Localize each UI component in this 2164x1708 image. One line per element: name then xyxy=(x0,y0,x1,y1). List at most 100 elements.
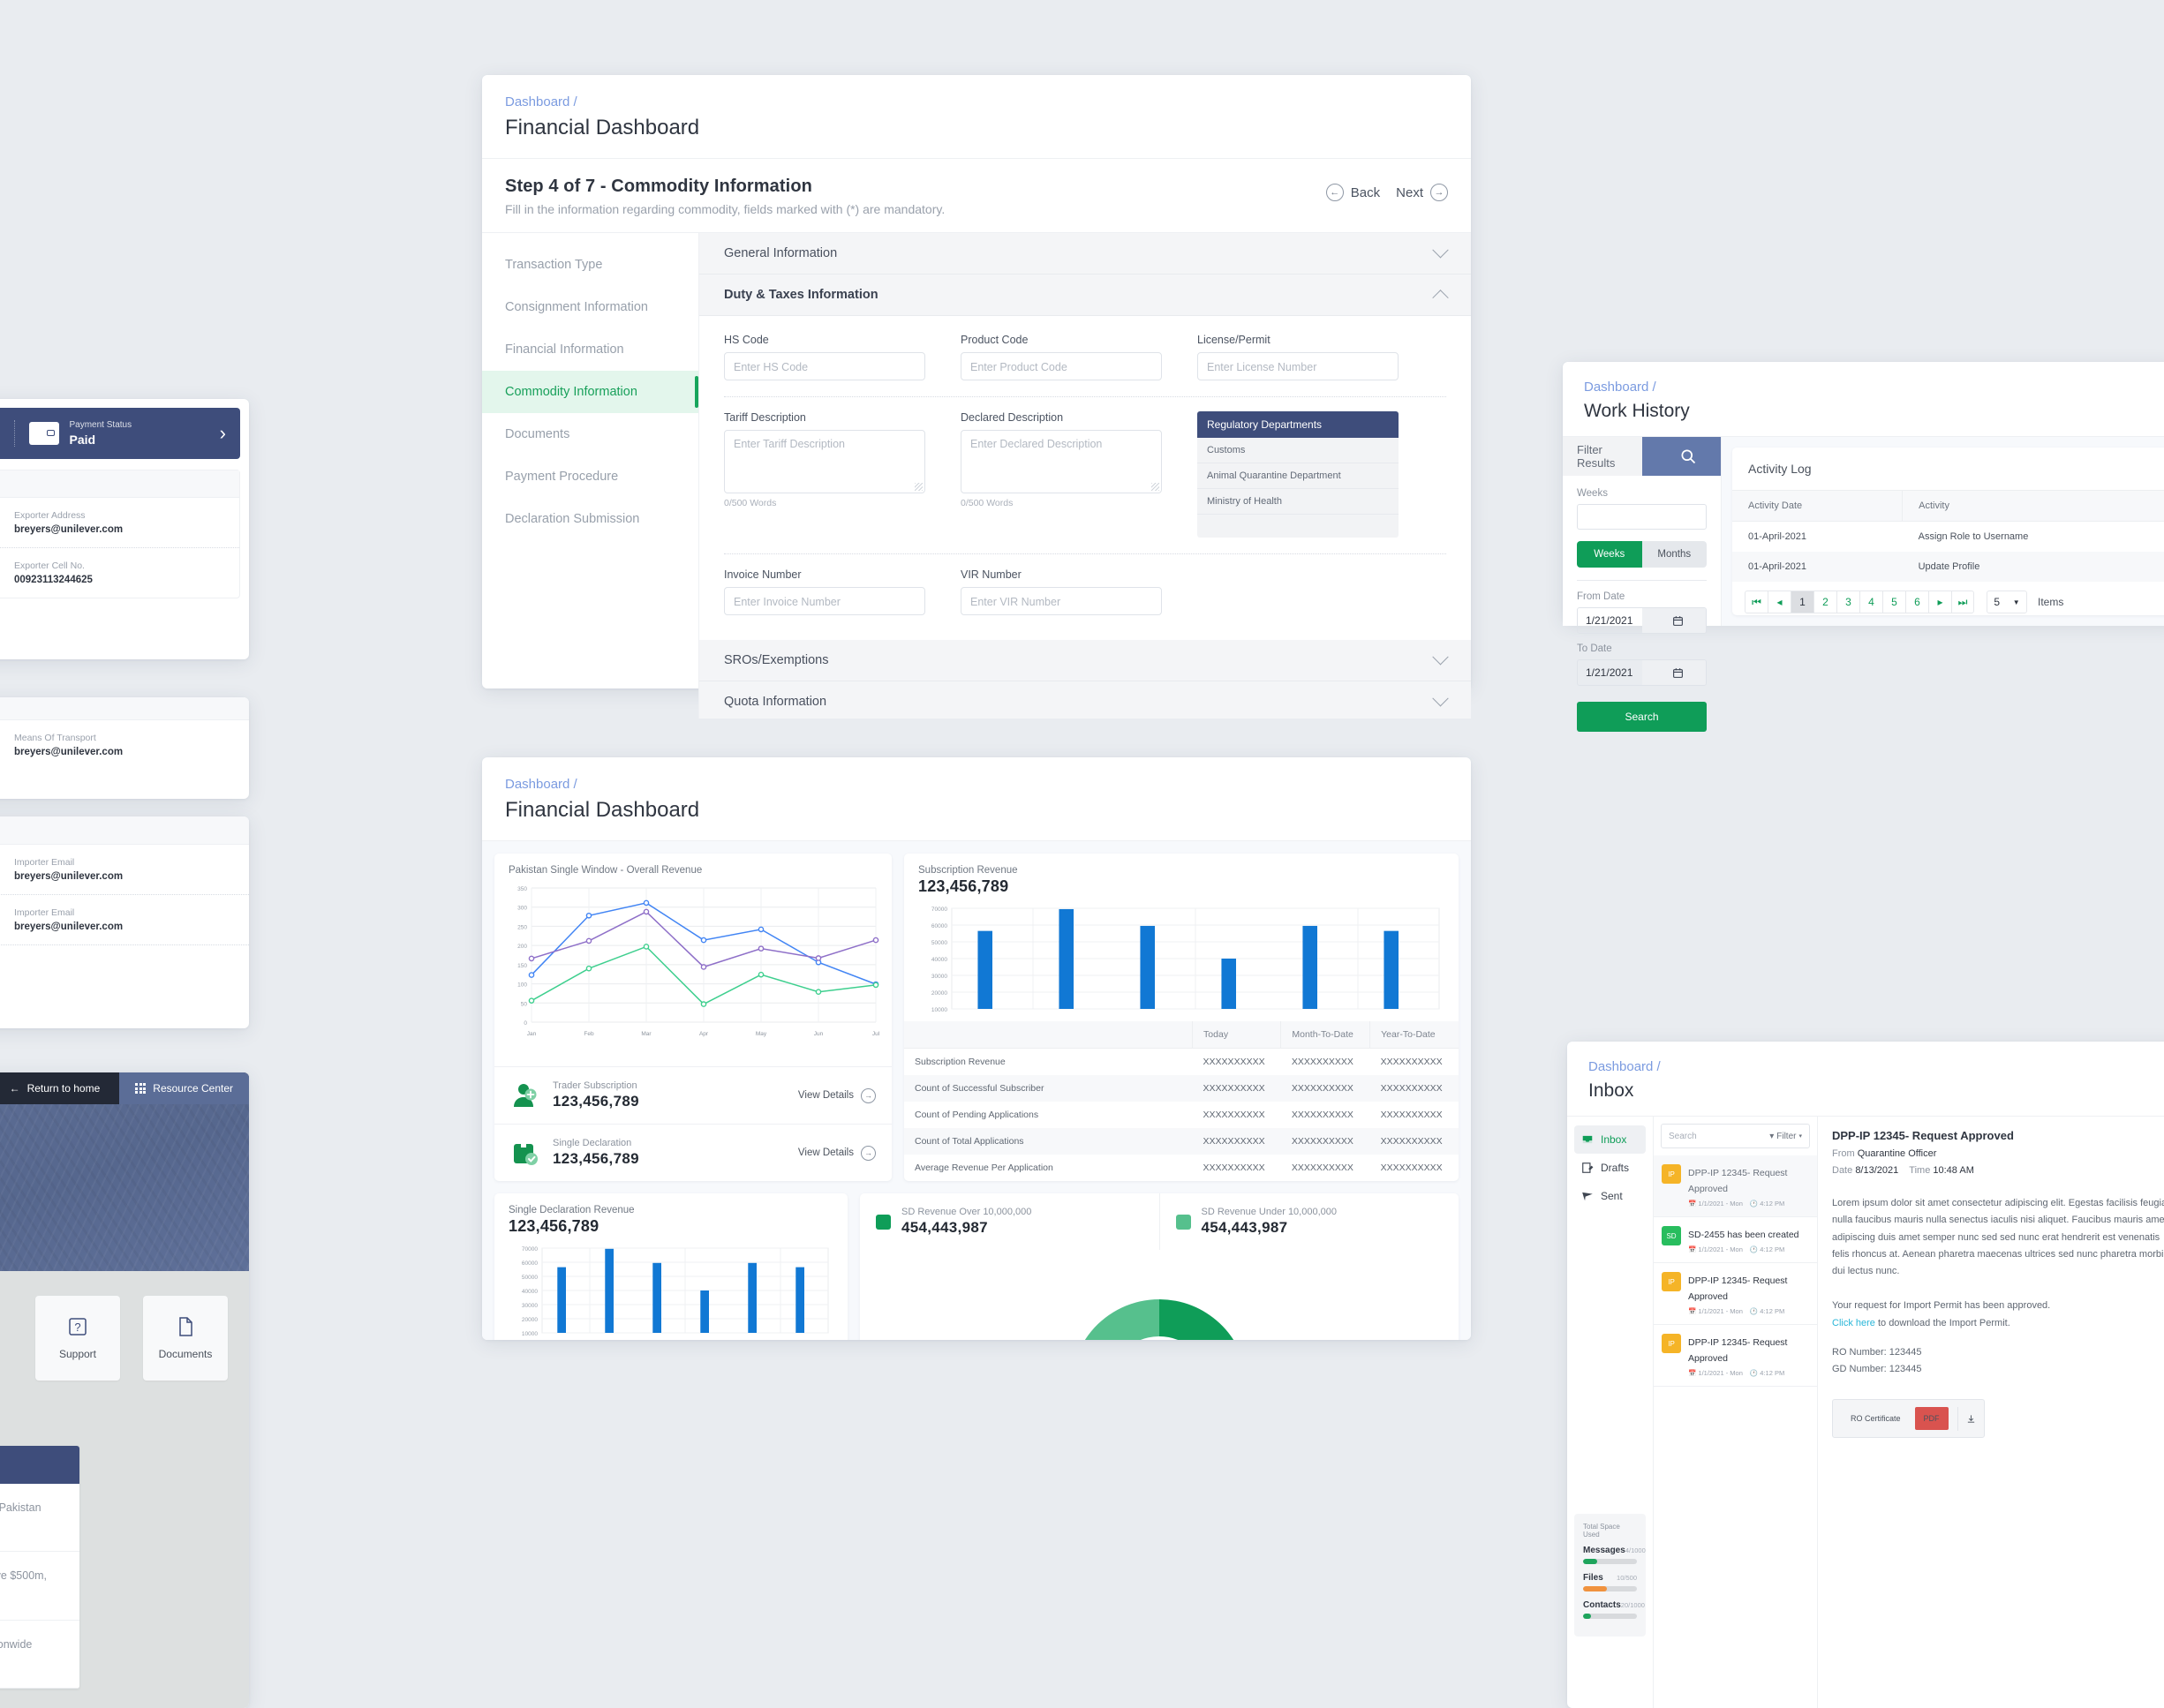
sidebar-item-declaration-submission[interactable]: Declaration Submission xyxy=(482,498,698,540)
license-input[interactable]: Enter License Number xyxy=(1197,352,1399,380)
tariff-word-count: 0/500 Words xyxy=(724,498,777,508)
table-row[interactable]: 01-April-2021 Assign Role to Username xyxy=(1732,522,2164,553)
view-details-label: View Details xyxy=(797,1090,854,1101)
pager-page-5[interactable]: 5 xyxy=(1882,591,1905,613)
question-icon: ? xyxy=(67,1316,88,1337)
to-date-picker[interactable]: 1/21/2021 xyxy=(1577,659,1707,686)
mail-search-input[interactable]: Search xyxy=(1669,1132,1769,1141)
list-item[interactable]: IP DPP-IP 12345- Request Approved 📅 1/1/… xyxy=(1654,1325,1817,1387)
declared-textarea[interactable]: Enter Declared Description xyxy=(961,430,1162,493)
form-row-descriptions: Tariff Description Enter Tariff Descript… xyxy=(724,397,1446,554)
from-date-picker[interactable]: 1/21/2021 xyxy=(1577,607,1707,634)
resource-center-button[interactable]: Resource Center xyxy=(119,1072,249,1104)
vir-input[interactable]: Enter VIR Number xyxy=(961,587,1162,615)
subscription-bar-chart: 10000 20000 30000 40000 50000 60000 70000 xyxy=(904,899,1459,1021)
tariff-textarea[interactable]: Enter Tariff Description xyxy=(724,430,925,493)
article-item[interactable]: Pakistan set to implement nationwide win… xyxy=(0,1621,79,1689)
resource-center-label: Resource Center xyxy=(153,1082,233,1095)
nav-item-inbox[interactable]: Inbox xyxy=(1574,1125,1646,1154)
filter-button[interactable]: ▾ Filter ▾ xyxy=(1769,1132,1802,1141)
svg-text:150: 150 xyxy=(517,963,527,969)
row-label: Count of Total Applications xyxy=(904,1128,1193,1155)
department-item[interactable]: Animal Quarantine Department xyxy=(1197,463,1399,489)
accordion-quota-information[interactable]: Quota Information xyxy=(699,681,1471,719)
search-icon[interactable] xyxy=(1641,437,1721,476)
accordion-general-information[interactable]: General Information xyxy=(699,233,1471,275)
chevron-down-icon: ▼ xyxy=(2012,598,2020,606)
return-home-button[interactable]: ← Return to home xyxy=(0,1082,119,1095)
declared-label: Declared Description xyxy=(961,411,1064,424)
payment-value: Paid xyxy=(69,433,96,447)
breadcrumb[interactable]: Dashboard / xyxy=(505,777,1448,792)
toggle-months[interactable]: Months xyxy=(1641,541,1707,568)
resource-topbar: ← Return to home Resource Center xyxy=(0,1072,249,1104)
list-item[interactable]: SD SD-2455 has been created 📅 1/1/2021 -… xyxy=(1654,1217,1817,1263)
attachment-chip[interactable]: RO Certificate PDF xyxy=(1832,1399,1985,1439)
single-declaration-bar-chart: 10000 20000 30000 40000 50000 60000 70000 xyxy=(494,1239,848,1340)
view-details-link[interactable]: View Details → xyxy=(797,1087,876,1103)
table-row[interactable]: 01-April-2021 Update Profile xyxy=(1732,552,2164,582)
pager-prev[interactable]: ◂ xyxy=(1768,591,1791,613)
calendar-icon[interactable] xyxy=(1641,608,1706,633)
pager-page-3[interactable]: 3 xyxy=(1836,591,1859,613)
accordion-sros-label: SROs/Exemptions xyxy=(724,653,829,667)
latest-article-header: Lastest Article xyxy=(0,1446,79,1484)
tile-documents[interactable]: Documents xyxy=(143,1296,228,1381)
pager-page-6[interactable]: 6 xyxy=(1905,591,1928,613)
view-details-link[interactable]: View Details → xyxy=(798,1145,876,1161)
pager-next[interactable]: ▸ xyxy=(1928,591,1951,613)
breadcrumb[interactable]: Dashboard / xyxy=(1588,1059,2164,1074)
inbox-icon xyxy=(1581,1133,1594,1146)
department-item[interactable]: Customs xyxy=(1197,438,1399,463)
svg-text:20000: 20000 xyxy=(931,990,947,997)
mail-search[interactable]: Search ▾ Filter ▾ xyxy=(1661,1124,1810,1148)
sidebar-item-documents[interactable]: Documents xyxy=(482,413,698,455)
nav-item-sent[interactable]: Sent xyxy=(1574,1182,1646,1210)
stat-value: 123,456,789 xyxy=(553,1150,639,1167)
breadcrumb[interactable]: Dashboard / xyxy=(505,94,1448,109)
row-label: Subscription Revenue xyxy=(915,1057,1006,1067)
box-check-icon xyxy=(510,1138,540,1168)
page-size-select[interactable]: 5 ▼ xyxy=(1987,591,2027,613)
weeks-input[interactable] xyxy=(1577,504,1707,530)
page-title: Financial Dashboard xyxy=(505,798,700,822)
mail-time: 🕐 4:12 PM xyxy=(1749,1245,1785,1253)
sidebar-item-consignment-information[interactable]: Consignment Information xyxy=(482,286,698,328)
sidebar-item-payment-procedure[interactable]: Payment Procedure xyxy=(482,455,698,498)
sd-under-value: 454,443,987 xyxy=(1201,1219,1288,1236)
resource-center-panel: ← Return to home Resource Center need xyxy=(0,1072,249,1708)
row-value: XXXXXXXXXX xyxy=(1203,1057,1265,1067)
article-item[interactable]: FPCCI Organizes Webinar on Pakistan Sing… xyxy=(0,1484,79,1553)
exporter-row-1: Exporter Email Breyers Exporter Address … xyxy=(0,498,239,547)
pager-page-2[interactable]: 2 xyxy=(1813,591,1836,613)
pager-last[interactable]: ⏭ xyxy=(1951,591,1974,613)
download-link[interactable]: Click here xyxy=(1832,1318,1875,1328)
nav-item-drafts[interactable]: Drafts xyxy=(1574,1154,1646,1182)
pager-page-1[interactable]: 1 xyxy=(1791,591,1813,613)
sidebar-item-financial-information[interactable]: Financial Information xyxy=(482,328,698,371)
sd-under-card: SD Revenue Under 10,000,000 454,443,987 xyxy=(1158,1193,1459,1250)
pager-first[interactable]: ⏮ xyxy=(1745,591,1768,613)
sidebar-item-commodity-information[interactable]: Commodity Information xyxy=(482,371,698,413)
pager-page-4[interactable]: 4 xyxy=(1859,591,1882,613)
accordion-duty-taxes[interactable]: Duty & Taxes Information xyxy=(699,275,1471,316)
payment-block[interactable]: Payment Status Paid › xyxy=(15,420,241,447)
list-item[interactable]: IP DPP-IP 12345- Request Approved 📅 1/1/… xyxy=(1654,1263,1817,1325)
accordion-sros-exemptions[interactable]: SROs/Exemptions xyxy=(699,640,1471,681)
product-code-input[interactable]: Enter Product Code xyxy=(961,352,1162,380)
back-button[interactable]: ← Back xyxy=(1325,184,1380,201)
list-item[interactable]: IP DPP-IP 12345- Request Approved 📅 1/1/… xyxy=(1654,1155,1817,1217)
next-button[interactable]: Next → xyxy=(1396,184,1448,201)
chevron-right-icon[interactable]: › xyxy=(220,422,226,445)
department-item[interactable]: Ministry of Health xyxy=(1197,489,1399,515)
tile-support[interactable]: ? Support xyxy=(35,1296,120,1381)
toggle-weeks[interactable]: Weeks xyxy=(1577,541,1642,568)
search-button[interactable]: Search xyxy=(1577,702,1707,732)
article-item[interactable]: Pakistan Single Window to save $500m, sa… xyxy=(0,1552,79,1621)
download-icon[interactable] xyxy=(1957,1406,1984,1431)
breadcrumb[interactable]: Dashboard / xyxy=(1584,380,2160,395)
sidebar-item-transaction-type[interactable]: Transaction Type xyxy=(482,244,698,286)
invoice-input[interactable]: Enter Invoice Number xyxy=(724,587,925,615)
hs-code-input[interactable]: Enter HS Code xyxy=(724,352,925,380)
calendar-icon[interactable] xyxy=(1641,660,1706,685)
